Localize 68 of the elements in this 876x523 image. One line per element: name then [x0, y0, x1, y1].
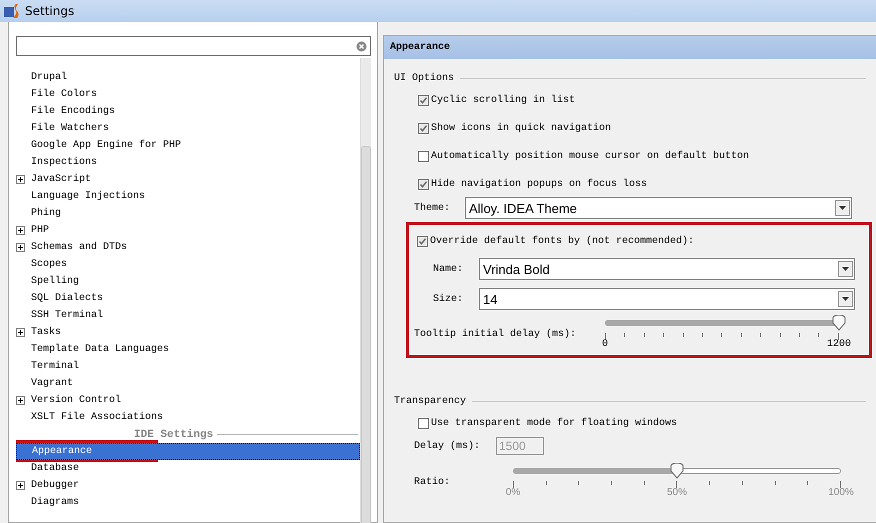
field-label: Name: — [433, 264, 464, 274]
tree-item[interactable]: Vagrant — [16, 375, 360, 392]
tree-item[interactable]: Tasks — [16, 324, 360, 341]
checkbox-label[interactable]: Use transparent mode for floating windows — [431, 418, 678, 428]
tick-label: 100% — [828, 487, 854, 498]
tree-item[interactable]: Diagrams — [16, 494, 360, 511]
field-label: Tooltip initial delay (ms): — [414, 329, 578, 340]
tree-item[interactable]: JavaScript — [16, 171, 360, 188]
tree-item[interactable]: SSH Terminal — [16, 307, 360, 324]
checkbox[interactable] — [418, 418, 429, 428]
clear-icon[interactable] — [356, 40, 367, 52]
slider-thumb[interactable] — [670, 463, 684, 479]
checkbox-label[interactable]: Automatically position mouse cursor on default button — [431, 150, 750, 162]
checkbox[interactable] — [418, 94, 429, 106]
checkbox-label[interactable]: Show icons in quick navigation — [431, 122, 612, 134]
checkbox[interactable] — [418, 150, 429, 162]
app-icon — [4, 3, 20, 19]
checkbox-label[interactable]: Hide navigation popups on focus loss — [431, 178, 648, 190]
tree-item[interactable]: PHP — [16, 222, 360, 239]
checkbox[interactable] — [417, 236, 428, 246]
plus-icon[interactable] — [16, 328, 25, 337]
section-header: IDE Settings — [134, 428, 214, 440]
checkbox-label[interactable]: Override default fonts by (not recommended): — [430, 236, 694, 246]
tree-item[interactable]: File Colors — [16, 86, 360, 103]
tree-item[interactable]: SQL Dialects — [16, 290, 360, 307]
field-label: Theme: — [414, 202, 452, 214]
tree-item[interactable]: Schemas and DTDs — [16, 239, 360, 256]
scrollbar[interactable] — [360, 58, 371, 523]
dropdown[interactable]: 14 — [479, 288, 855, 310]
tree-item[interactable]: Spelling — [16, 273, 360, 290]
checkbox[interactable] — [418, 178, 429, 190]
tree-item[interactable]: Inspections — [16, 154, 360, 171]
field-label: Size: — [433, 294, 464, 304]
plus-icon[interactable] — [16, 243, 25, 252]
slider-thumb[interactable] — [832, 315, 846, 331]
tree-item[interactable]: Phing — [16, 205, 360, 222]
dropdown[interactable]: Alloy. IDEA Theme — [465, 197, 852, 219]
panel-title: Appearance — [384, 36, 876, 59]
tree-item[interactable]: Appearance — [16, 443, 360, 460]
tree-item[interactable]: Drupal — [16, 69, 360, 86]
tree-item[interactable]: File Encodings — [16, 103, 360, 120]
tree-item[interactable]: Version Control — [16, 392, 360, 409]
tree-item[interactable]: File Watchers — [16, 120, 360, 137]
checkbox-label[interactable]: Cyclic scrolling in list — [431, 94, 576, 106]
group-title: UI Options — [394, 73, 454, 84]
tick-label: 1200 — [827, 339, 851, 350]
tree-item[interactable]: Database — [16, 460, 360, 477]
window-title: Settings — [25, 4, 74, 18]
tree-item[interactable]: Scopes — [16, 256, 360, 273]
tree-item[interactable]: Debugger — [16, 477, 360, 494]
field-label: Ratio: — [414, 477, 452, 488]
dropdown[interactable]: Vrinda Bold — [479, 258, 855, 280]
plus-icon[interactable] — [16, 396, 25, 405]
checkbox[interactable] — [418, 122, 429, 134]
group-title: Transparency — [394, 396, 466, 407]
tick-label: 0% — [506, 487, 520, 498]
plus-icon[interactable] — [16, 226, 25, 235]
tree-item[interactable]: Google App Engine for PHP — [16, 137, 360, 154]
tree-item[interactable]: Language Injections — [16, 188, 360, 205]
plus-icon[interactable] — [16, 481, 25, 490]
tree-item[interactable]: Terminal — [16, 358, 360, 375]
plus-icon[interactable] — [16, 175, 25, 184]
tick-label: 50% — [667, 487, 687, 498]
field-label: Delay (ms): — [414, 440, 482, 452]
tree-item[interactable]: XSLT File Associations — [16, 409, 360, 426]
tree-item[interactable]: Template Data Languages — [16, 341, 360, 358]
search-field[interactable] — [16, 36, 371, 56]
tick-label: 0 — [602, 339, 608, 350]
